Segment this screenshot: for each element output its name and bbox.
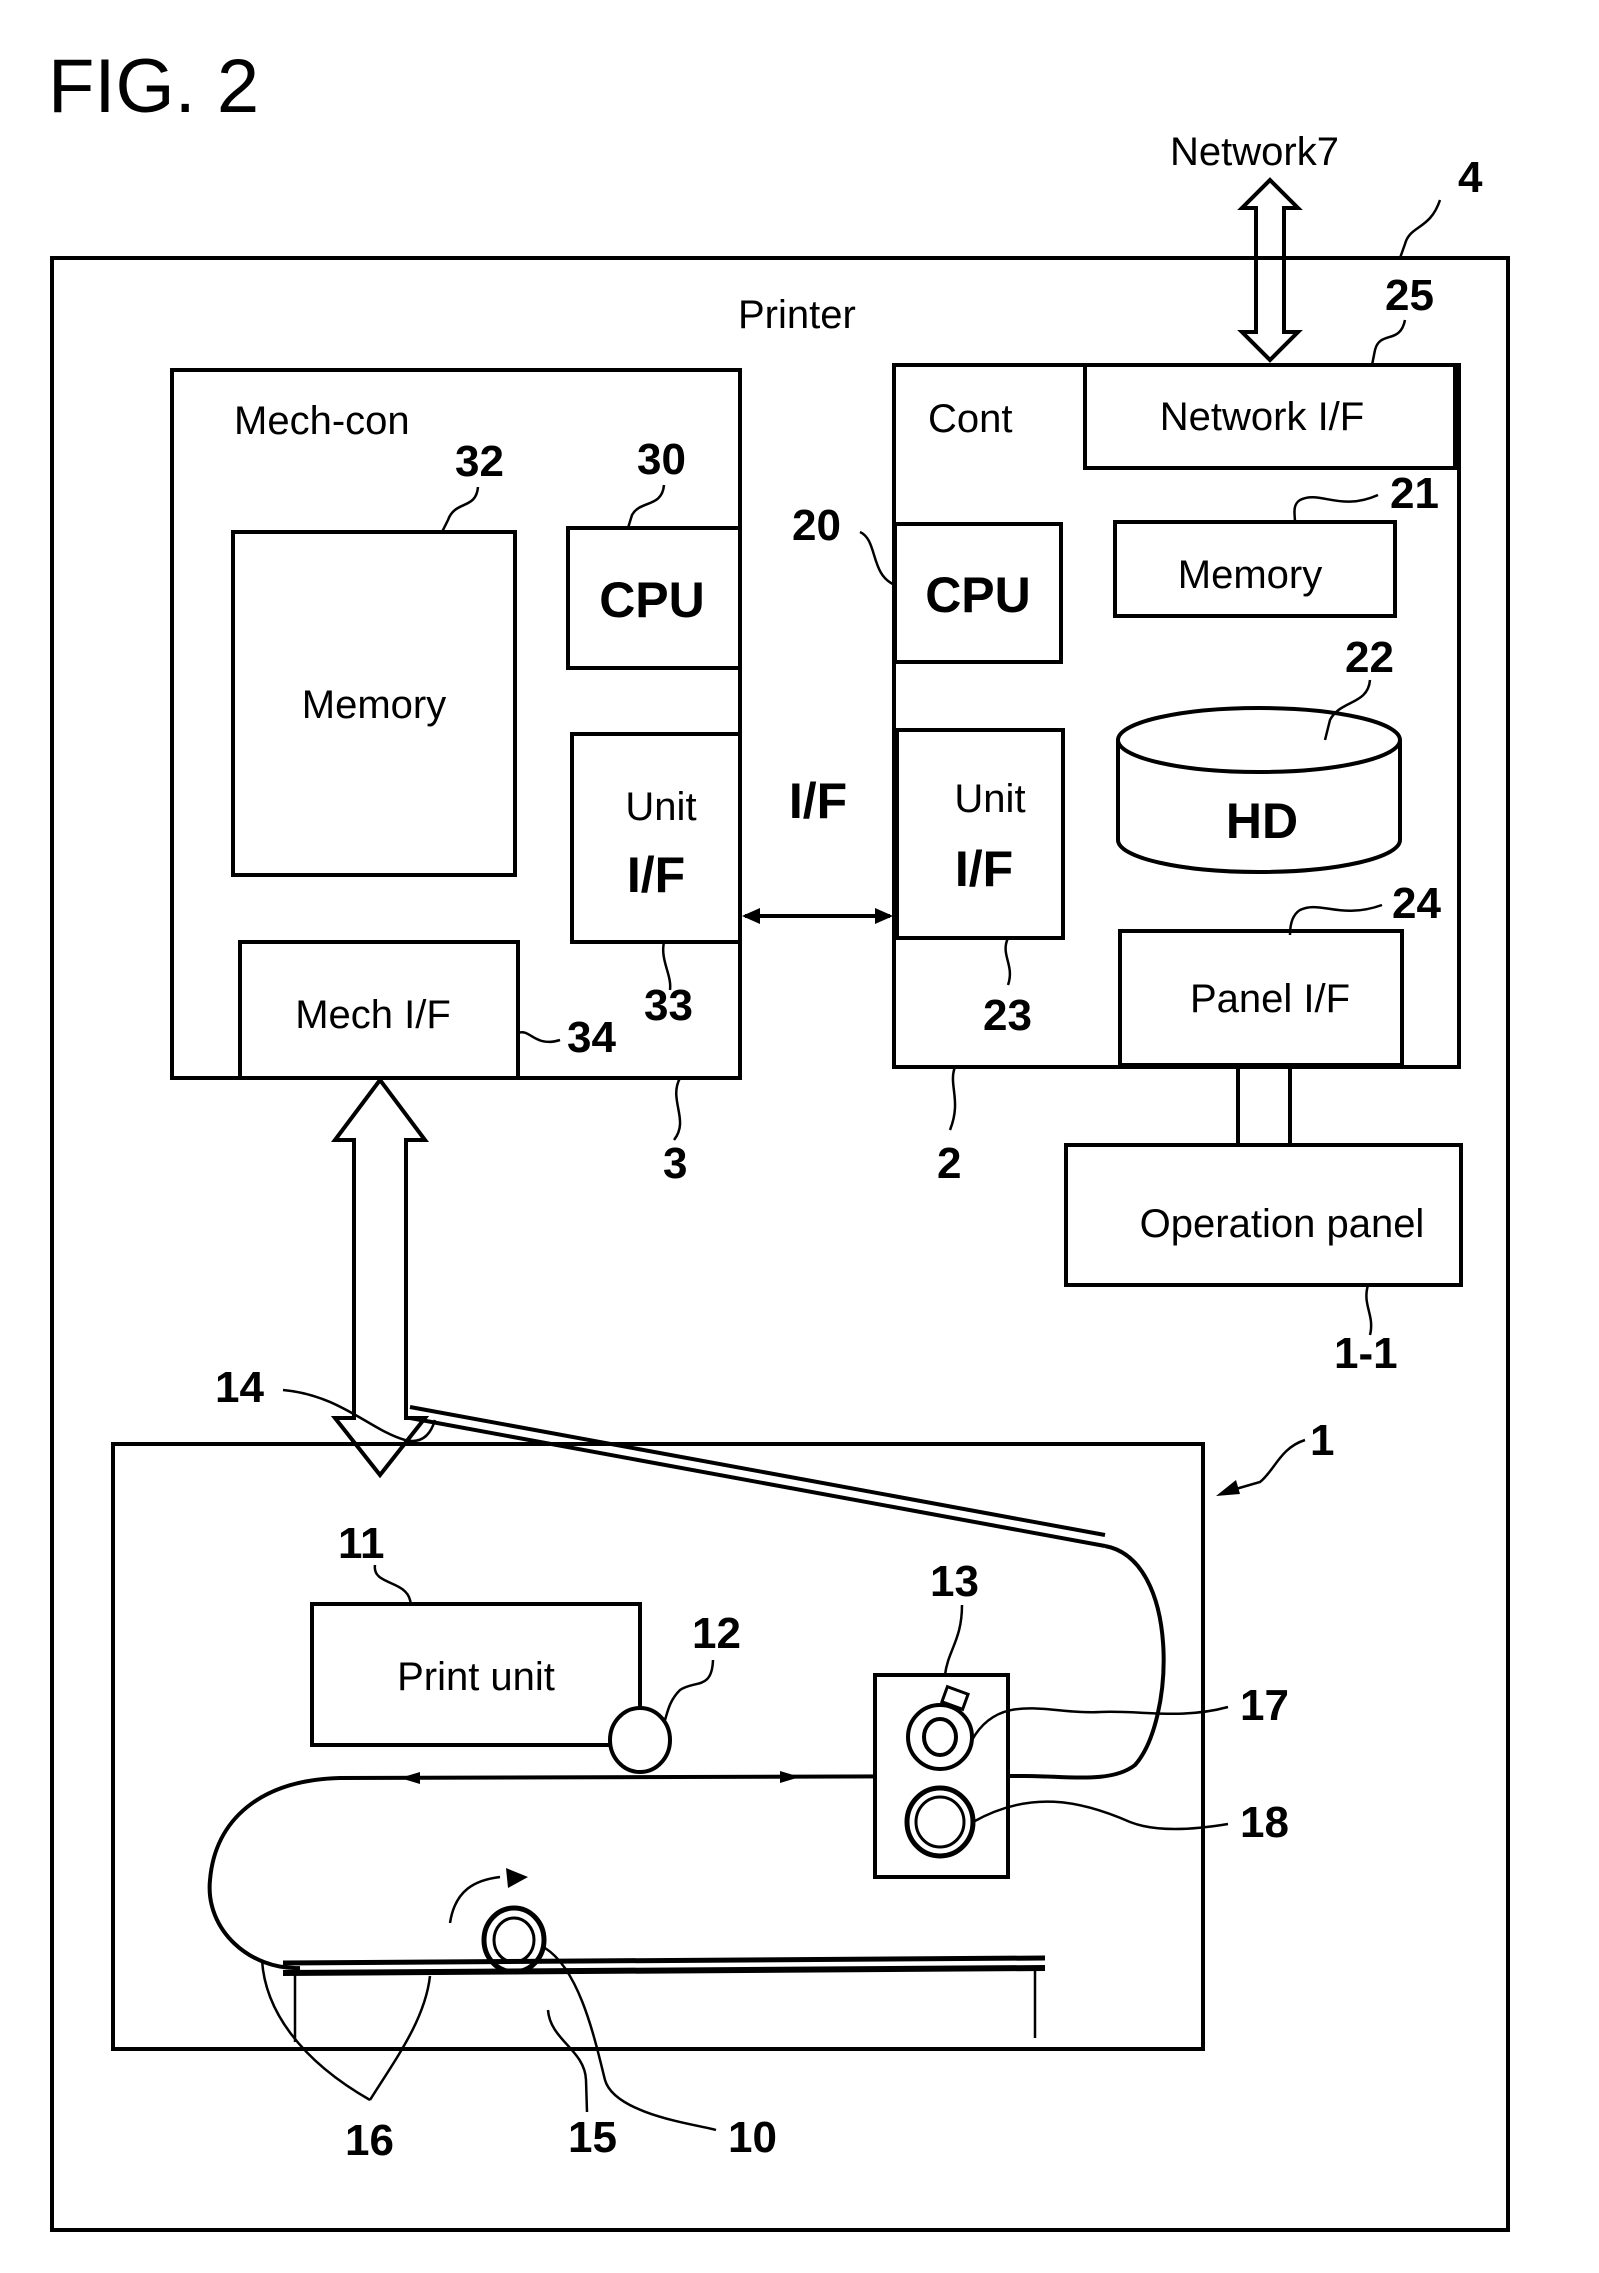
cont-unit-if-line2: I/F bbox=[955, 841, 1013, 897]
cont-memory-ref: 21 bbox=[1390, 469, 1439, 518]
transfer-roller-ref: 12 bbox=[692, 1609, 741, 1658]
heat-roller-ref: 17 bbox=[1240, 1681, 1289, 1730]
pickup-roller-leader bbox=[544, 1946, 717, 2132]
mech-con-leader bbox=[672, 1077, 682, 1141]
mech-unit-if-box bbox=[570, 732, 742, 944]
figure-title: FIG. 2 bbox=[48, 44, 259, 129]
mech-if-label: Mech I/F bbox=[295, 993, 451, 1037]
cont-leader bbox=[948, 1066, 957, 1131]
fixing-unit-ref: 13 bbox=[930, 1557, 979, 1606]
mech-cpu-label: CPU bbox=[599, 572, 705, 628]
print-unit-label: Print unit bbox=[397, 1655, 555, 1699]
network-if-leader bbox=[1370, 319, 1407, 366]
network-double-arrow bbox=[1237, 177, 1303, 363]
pressure-roller-leader bbox=[972, 1800, 1229, 1831]
mech-memory-ref: 32 bbox=[455, 437, 504, 486]
interface-link-arrowhead-right bbox=[875, 908, 893, 924]
cont-cpu-ref: 20 bbox=[792, 501, 841, 550]
cont-cpu-leader bbox=[859, 530, 896, 587]
hd-ref: 22 bbox=[1345, 633, 1394, 682]
mech-cpu-ref: 30 bbox=[637, 435, 686, 484]
interface-link-arrowhead-left bbox=[742, 908, 760, 924]
cont-memory-label: Memory bbox=[1178, 553, 1322, 597]
mech-double-arrow bbox=[330, 1076, 430, 1479]
mech-unit-if-ref: 33 bbox=[644, 981, 693, 1030]
tray-ref: 14 bbox=[215, 1363, 264, 1412]
printer-leader bbox=[1398, 199, 1442, 259]
paper-path-ref: 16 bbox=[345, 2116, 394, 2165]
heat-roller-leader bbox=[970, 1705, 1229, 1741]
mech-con-ref: 3 bbox=[663, 1139, 687, 1188]
hd-label: HD bbox=[1226, 793, 1298, 849]
operation-panel-ref: 1-1 bbox=[1334, 1329, 1398, 1378]
panel-if-ref: 24 bbox=[1392, 879, 1441, 928]
network-if-label: Network I/F bbox=[1160, 395, 1364, 439]
paper-path-leader-b bbox=[368, 1975, 432, 2101]
rotation-arrowhead bbox=[506, 1868, 528, 1888]
printer-ref: 4 bbox=[1458, 153, 1483, 202]
print-engine-ref: 1 bbox=[1310, 1416, 1334, 1465]
cont-label: Cont bbox=[928, 397, 1013, 441]
network-if-ref: 25 bbox=[1385, 271, 1434, 320]
operation-panel-label: Operation panel bbox=[1140, 1202, 1425, 1246]
pickup-roller bbox=[481, 1905, 547, 1975]
print-unit-leader bbox=[373, 1564, 413, 1605]
cassette-leader bbox=[546, 2009, 589, 2113]
panel-if-label: Panel I/F bbox=[1190, 977, 1350, 1021]
transfer-roller-leader bbox=[663, 1659, 715, 1721]
paper-path-leader-a bbox=[260, 1959, 371, 2102]
cont-unit-if-line1: Unit bbox=[954, 777, 1025, 821]
paper-path-arrow-2 bbox=[780, 1771, 800, 1783]
paper-path-arrow-1 bbox=[400, 1772, 420, 1784]
cont-cpu-label: CPU bbox=[925, 567, 1031, 623]
transfer-roller bbox=[608, 1706, 672, 1774]
pickup-roller-ref: 10 bbox=[728, 2113, 777, 2162]
interface-link-label: I/F bbox=[789, 773, 847, 829]
mech-unit-if-line1: Unit bbox=[625, 785, 696, 829]
fixing-unit-leader bbox=[943, 1604, 964, 1676]
mech-unit-if-line2: I/F bbox=[627, 847, 685, 903]
output-tray bbox=[409, 1405, 1106, 1548]
print-engine-leader-arrowhead bbox=[1216, 1480, 1240, 1496]
network-label: Network7 bbox=[1170, 130, 1339, 174]
cont-ref: 2 bbox=[937, 1139, 961, 1188]
printer-label: Printer bbox=[738, 293, 856, 337]
operation-panel-leader bbox=[1365, 1284, 1373, 1336]
mech-con-label: Mech-con bbox=[234, 399, 410, 443]
panel-connector bbox=[1236, 1065, 1292, 1147]
mech-memory-label: Memory bbox=[302, 683, 446, 727]
paper-cassette bbox=[282, 1955, 1046, 2042]
print-unit-ref: 11 bbox=[338, 1519, 385, 1568]
mech-if-ref: 34 bbox=[567, 1013, 616, 1062]
printer-block-diagram: FIG. 2 Network7 Printer 4 Mech-con Memor… bbox=[48, 44, 1510, 2232]
cont-unit-if-ref: 23 bbox=[983, 991, 1032, 1040]
pressure-roller-ref: 18 bbox=[1240, 1798, 1289, 1847]
cont-unit-if-box bbox=[895, 728, 1065, 940]
cassette-ref: 15 bbox=[568, 2113, 617, 2162]
